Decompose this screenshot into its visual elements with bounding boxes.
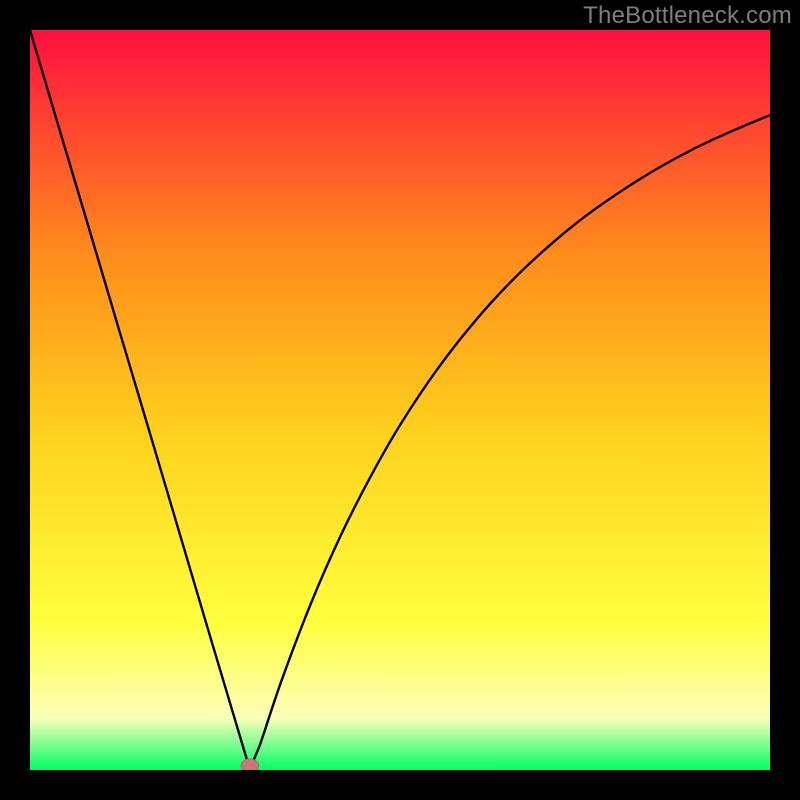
chart-svg (30, 30, 770, 770)
chart-frame: TheBottleneck.com (0, 0, 800, 800)
watermark-text: TheBottleneck.com (583, 2, 792, 30)
min-marker (241, 759, 259, 770)
plot-area (30, 30, 770, 770)
